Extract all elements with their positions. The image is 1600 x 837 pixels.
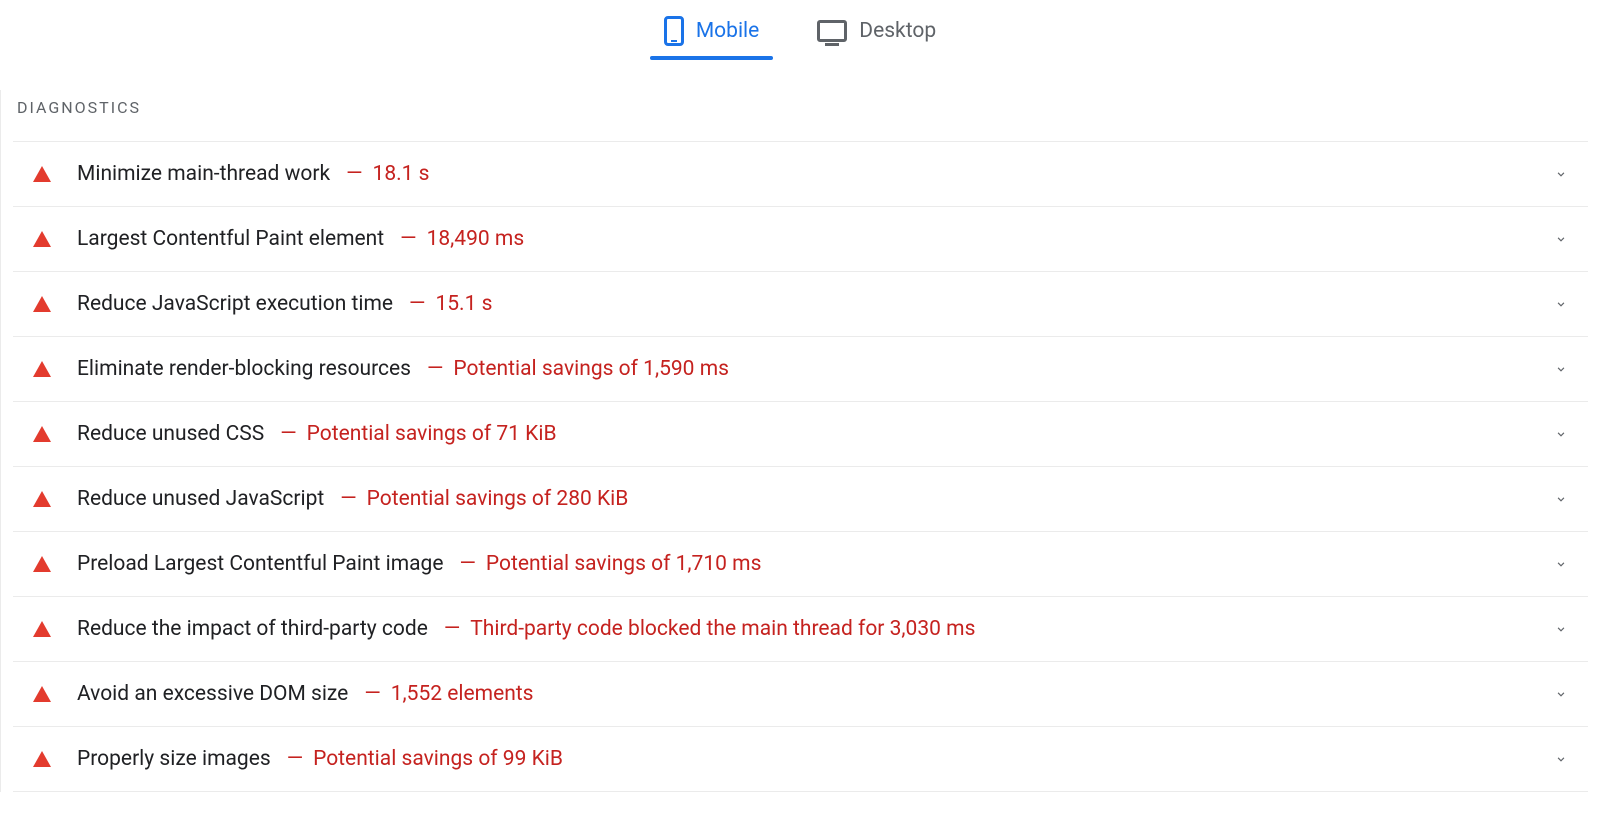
separator: — xyxy=(400,227,416,251)
fail-triangle-icon xyxy=(33,166,51,182)
diagnostic-title: Minimize main-thread work xyxy=(77,162,330,186)
diagnostic-title: Reduce the impact of third-party code xyxy=(77,617,428,641)
fail-triangle-icon xyxy=(33,686,51,702)
diagnostic-row[interactable]: Preload Largest Contentful Paint image — P… xyxy=(13,532,1588,597)
separator: — xyxy=(444,617,460,641)
diagnostic-detail: Third-party code blocked the main thread… xyxy=(470,617,975,641)
diagnostic-row[interactable]: Largest Contentful Paint element — 18,490 … xyxy=(13,207,1588,272)
chevron-down-icon xyxy=(1554,167,1568,181)
diagnostic-detail: Potential savings of 1,590 ms xyxy=(453,357,729,381)
chevron-down-icon xyxy=(1554,492,1568,506)
fail-triangle-icon xyxy=(33,556,51,572)
diagnostic-detail: 18.1 s xyxy=(373,162,430,186)
chevron-down-icon xyxy=(1554,427,1568,441)
diagnostic-title: Reduce unused JavaScript xyxy=(77,487,324,511)
fail-triangle-icon xyxy=(33,491,51,507)
diagnostic-row[interactable]: Minimize main-thread work — 18.1 s xyxy=(13,142,1588,207)
fail-triangle-icon xyxy=(33,426,51,442)
diagnostic-title: Avoid an excessive DOM size xyxy=(77,682,348,706)
diagnostic-detail: Potential savings of 71 KiB xyxy=(307,422,557,446)
diagnostic-row[interactable]: Eliminate render-blocking resources — Pote… xyxy=(13,337,1588,402)
diagnostic-detail: 1,552 elements xyxy=(391,682,534,706)
tab-desktop[interactable]: Desktop xyxy=(813,13,940,57)
chevron-down-icon xyxy=(1554,557,1568,571)
device-tabs: Mobile Desktop xyxy=(0,0,1600,60)
separator: — xyxy=(460,552,476,576)
section-title: DIAGNOSTICS xyxy=(13,90,1588,141)
separator: — xyxy=(409,292,425,316)
diagnostic-row[interactable]: Avoid an excessive DOM size — 1,552 elemen… xyxy=(13,662,1588,727)
diagnostic-title: Reduce JavaScript execution time xyxy=(77,292,393,316)
tab-mobile-label: Mobile xyxy=(696,19,759,43)
separator: — xyxy=(364,682,380,706)
tab-desktop-label: Desktop xyxy=(859,19,936,43)
diagnostic-detail: Potential savings of 1,710 ms xyxy=(486,552,762,576)
fail-triangle-icon xyxy=(33,231,51,247)
diagnostic-title: Properly size images xyxy=(77,747,271,771)
diagnostic-title: Largest Contentful Paint element xyxy=(77,227,384,251)
chevron-down-icon xyxy=(1554,622,1568,636)
diagnostic-title: Preload Largest Contentful Paint image xyxy=(77,552,444,576)
diagnostic-detail: Potential savings of 99 KiB xyxy=(313,747,563,771)
mobile-icon xyxy=(664,16,684,46)
chevron-down-icon xyxy=(1554,232,1568,246)
separator: — xyxy=(340,487,356,511)
chevron-down-icon xyxy=(1554,687,1568,701)
diagnostic-row[interactable]: Reduce unused CSS — Potential savings of 7… xyxy=(13,402,1588,467)
tab-mobile[interactable]: Mobile xyxy=(660,10,763,60)
diagnostic-row[interactable]: Reduce unused JavaScript — Potential savin… xyxy=(13,467,1588,532)
separator: — xyxy=(280,422,296,446)
separator: — xyxy=(287,747,303,771)
chevron-down-icon xyxy=(1554,752,1568,766)
fail-triangle-icon xyxy=(33,751,51,767)
diagnostic-row[interactable]: Properly size images — Potential savings o… xyxy=(13,727,1588,792)
separator: — xyxy=(346,162,362,186)
diagnostic-row[interactable]: Reduce JavaScript execution time — 15.1 s xyxy=(13,272,1588,337)
diagnostic-detail: 15.1 s xyxy=(435,292,492,316)
diagnostic-title: Reduce unused CSS xyxy=(77,422,264,446)
fail-triangle-icon xyxy=(33,621,51,637)
fail-triangle-icon xyxy=(33,361,51,377)
diagnostic-detail: 18,490 ms xyxy=(427,227,525,251)
fail-triangle-icon xyxy=(33,296,51,312)
diagnostics-list: Minimize main-thread work — 18.1 s Largest … xyxy=(13,141,1588,792)
diagnostic-title: Eliminate render-blocking resources xyxy=(77,357,411,381)
separator: — xyxy=(427,357,443,381)
chevron-down-icon xyxy=(1554,362,1568,376)
diagnostic-detail: Potential savings of 280 KiB xyxy=(367,487,629,511)
desktop-icon xyxy=(817,20,847,42)
chevron-down-icon xyxy=(1554,297,1568,311)
diagnostic-row[interactable]: Reduce the impact of third-party code — Th… xyxy=(13,597,1588,662)
diagnostics-section: DIAGNOSTICS Minimize main-thread work — 18… xyxy=(0,90,1600,792)
